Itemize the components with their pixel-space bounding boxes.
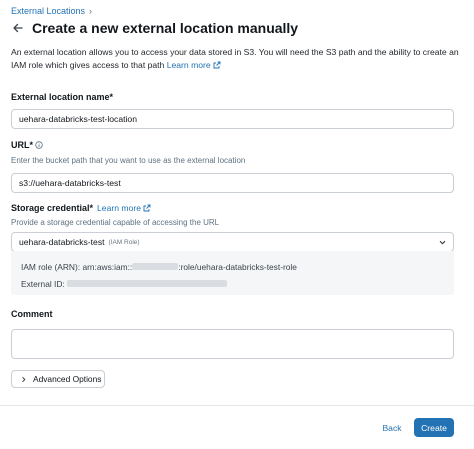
iam-role-prefix: arn:aws:iam:: — [82, 262, 133, 272]
comment-field-label: Comment — [11, 309, 53, 319]
iam-role-line: IAM role (ARN): arn:aws:iam:::role/uehar… — [21, 262, 297, 272]
redacted-external-id — [67, 280, 228, 287]
footer-divider — [0, 405, 474, 406]
description-text: An external location allows you to acces… — [11, 47, 459, 70]
chevron-down-icon — [439, 240, 446, 245]
breadcrumb-link-external-locations[interactable]: External Locations — [11, 6, 85, 16]
url-input[interactable]: s3://uehara-databricks-test — [11, 173, 454, 193]
page-header: Create a new external location manually — [10, 20, 298, 36]
page-title: Create a new external location manually — [32, 20, 299, 36]
url-value: s3://uehara-databricks-test — [19, 178, 121, 188]
url-field-label: URL* — [11, 140, 33, 150]
url-field-hint: Enter the bucket path that you want to u… — [11, 156, 246, 165]
external-id-label: External ID: — [21, 279, 65, 289]
name-field-label: External location name* — [11, 92, 114, 102]
credential-type-tag: (IAM Role) — [108, 238, 140, 246]
advanced-options-label: Advanced Options — [33, 374, 102, 384]
back-button[interactable]: Back — [375, 419, 409, 437]
page-description: An external location allows you to acces… — [11, 46, 466, 72]
create-button[interactable]: Create — [414, 418, 454, 437]
credential-label-group: Storage credential* Learn more — [11, 203, 151, 213]
advanced-options-button[interactable]: Advanced Options — [11, 370, 105, 388]
arrow-left-icon[interactable] — [10, 20, 26, 36]
info-icon[interactable] — [35, 141, 43, 149]
external-link-icon — [213, 61, 221, 69]
external-id-line: External ID: — [21, 279, 228, 289]
iam-role-label: IAM role (ARN): — [21, 262, 81, 272]
credential-learn-more-link[interactable]: Learn more — [97, 203, 151, 213]
comment-textarea[interactable] — [11, 329, 454, 359]
iam-role-suffix: :role/uehara-databricks-test-role — [178, 262, 297, 272]
location-name-value: uehara-databricks-test-location — [19, 114, 137, 124]
credential-field-hint: Provide a storage credential capable of … — [11, 218, 220, 227]
storage-credential-select[interactable]: uehara-databricks-test (IAM Role) — [11, 232, 454, 252]
breadcrumb: External Locations › — [11, 6, 92, 16]
chevron-right-icon — [22, 376, 26, 382]
redacted-account-id — [132, 263, 179, 270]
credential-field-label: Storage credential* — [11, 203, 94, 213]
chevron-right-icon: › — [89, 6, 93, 16]
url-field-label-group: URL* — [11, 140, 43, 150]
credential-selected-value: uehara-databricks-test — [19, 237, 105, 247]
external-link-icon — [143, 204, 151, 212]
location-name-input[interactable]: uehara-databricks-test-location — [11, 109, 454, 129]
learn-more-link[interactable]: Learn more — [167, 60, 221, 70]
